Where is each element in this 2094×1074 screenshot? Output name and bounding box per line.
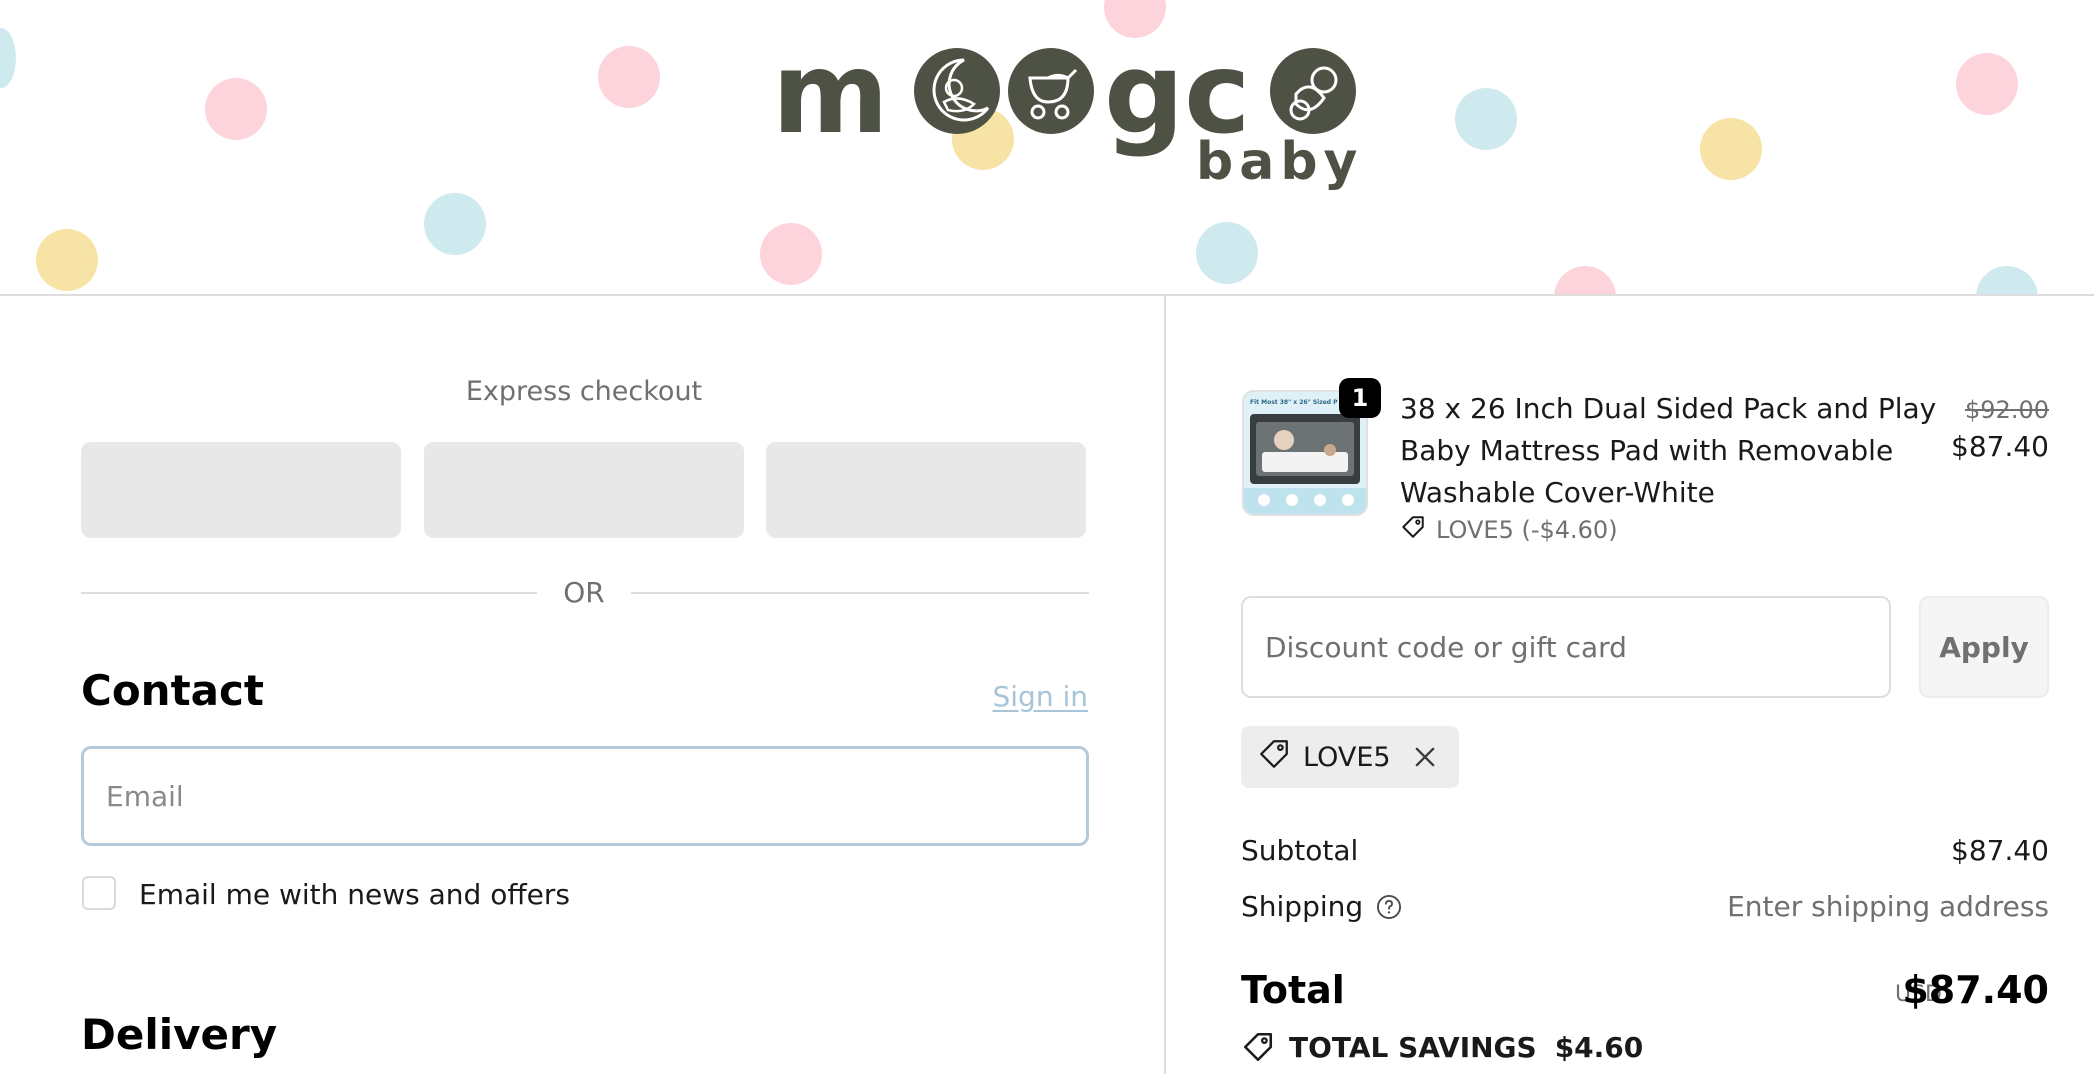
decorative-dot [1455, 88, 1517, 150]
item-discount-text: LOVE5 (-$4.60) [1436, 516, 1618, 544]
shipping-row-label: Shipping [1241, 890, 1403, 923]
tag-icon [1257, 737, 1291, 778]
svg-text:Fit Most 38" x 26" Sized P: Fit Most 38" x 26" Sized P [1250, 399, 1338, 406]
product-title: 38 x 26 Inch Dual Sided Pack and Play Ba… [1400, 392, 1937, 509]
sign-in-link[interactable]: Sign in [993, 680, 1089, 713]
newsletter-label[interactable]: Email me with news and offers [139, 878, 570, 911]
total-label: Total [1241, 968, 1345, 1012]
apply-discount-button[interactable]: Apply [1919, 596, 2049, 698]
total-savings: TOTAL SAVINGS $4.60 [1241, 1030, 1643, 1064]
decorative-dot [205, 78, 267, 140]
discount-input[interactable] [1243, 598, 1889, 696]
express-checkout-title: Express checkout [465, 376, 703, 407]
brand-logo[interactable]: moogco m gc [770, 36, 1360, 196]
discounted-price: $87.40 [1951, 430, 2049, 463]
svg-text:m: m [772, 36, 889, 159]
column-divider [1164, 296, 1166, 1074]
email-field[interactable] [81, 746, 1089, 846]
newsletter-checkbox[interactable] [82, 876, 116, 910]
savings-value: $4.60 [1554, 1030, 1644, 1064]
decorative-dot [1956, 53, 2018, 115]
stroller-icon [1008, 48, 1094, 134]
pacifier-icon [1270, 48, 1356, 134]
decorative-dot [0, 28, 16, 88]
applied-code-text: LOVE5 [1303, 741, 1391, 773]
decorative-dot [1700, 118, 1762, 180]
applied-code-chip: LOVE5 [1241, 726, 1459, 788]
decorative-dot [1196, 222, 1258, 284]
decorative-dot [760, 223, 822, 285]
email-input[interactable] [84, 749, 1086, 843]
subtotal-label: Subtotal [1241, 834, 1359, 867]
shipping-label: Shipping [1241, 890, 1364, 923]
tag-icon [1400, 514, 1426, 546]
close-icon[interactable] [1411, 743, 1439, 771]
question-circle-icon[interactable] [1375, 893, 1403, 921]
quantity-badge: 1 [1339, 378, 1381, 418]
contact-heading: Contact [81, 666, 264, 715]
express-pay-button-2[interactable] [424, 442, 744, 538]
decorative-dot [1976, 266, 2038, 294]
moon-baby-icon [914, 48, 1000, 134]
subtotal-value: $87.40 [1951, 834, 2049, 867]
original-price: $92.00 [1965, 396, 2049, 424]
shipping-value: Enter shipping address [1727, 890, 2049, 923]
tag-icon [1241, 1030, 1275, 1064]
logo-subtext: baby [1196, 132, 1364, 192]
savings-label: TOTAL SAVINGS [1289, 1030, 1537, 1064]
or-divider-text: OR [563, 576, 605, 609]
discount-field[interactable] [1241, 596, 1891, 698]
express-pay-button-3[interactable] [766, 442, 1086, 538]
decorative-dot [424, 193, 486, 255]
decorative-dot [598, 46, 660, 108]
divider-line-left [81, 592, 537, 594]
decorative-dot [36, 229, 98, 291]
item-discount: LOVE5 (-$4.60) [1400, 514, 1618, 546]
header-divider [0, 294, 2094, 296]
express-pay-button-1[interactable] [81, 442, 401, 538]
divider-line-right [631, 592, 1089, 594]
decorative-dot [1554, 266, 1616, 294]
delivery-heading: Delivery [81, 1010, 278, 1059]
header: moogco m gc [0, 0, 2094, 294]
total-value: $87.40 [1902, 968, 2049, 1012]
